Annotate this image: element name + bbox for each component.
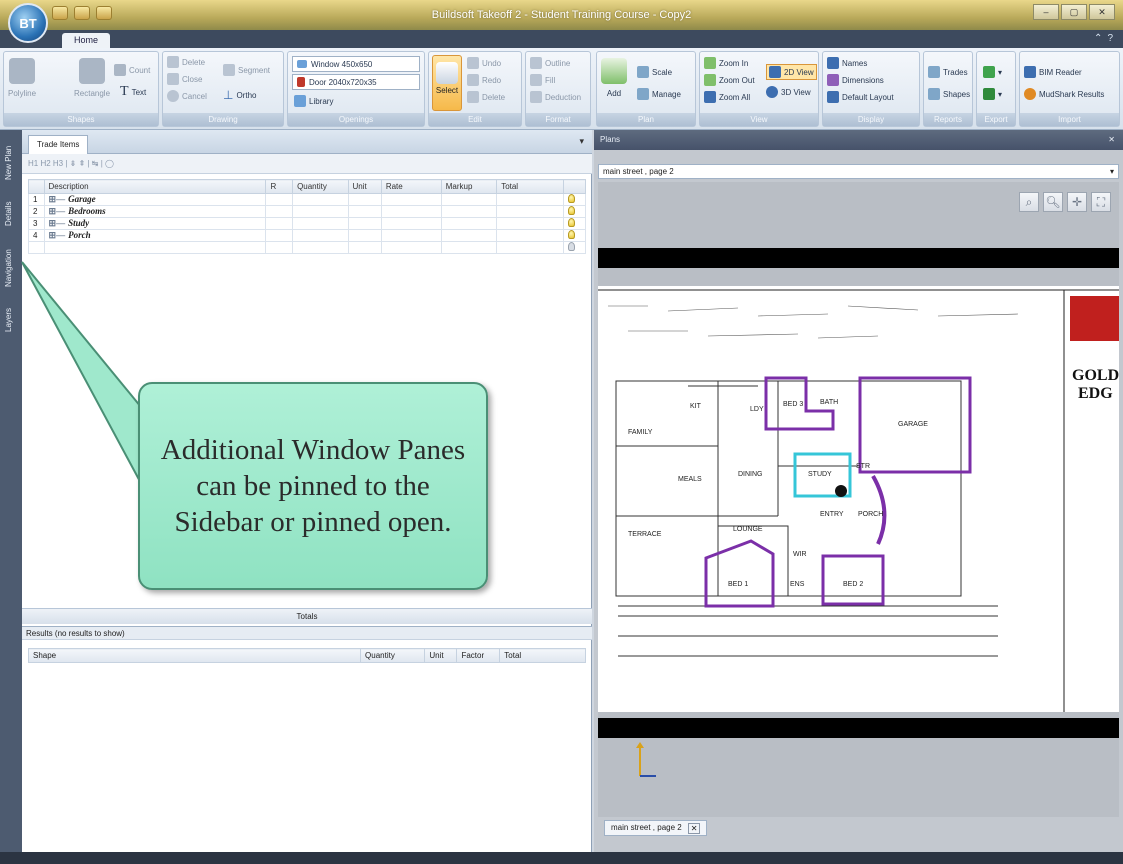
application-menu-button[interactable]: BT: [8, 3, 48, 43]
callout-text: Additional Window Panes can be pinned to…: [160, 434, 466, 538]
callout-bubble: Additional Window Panes can be pinned to…: [138, 382, 488, 590]
